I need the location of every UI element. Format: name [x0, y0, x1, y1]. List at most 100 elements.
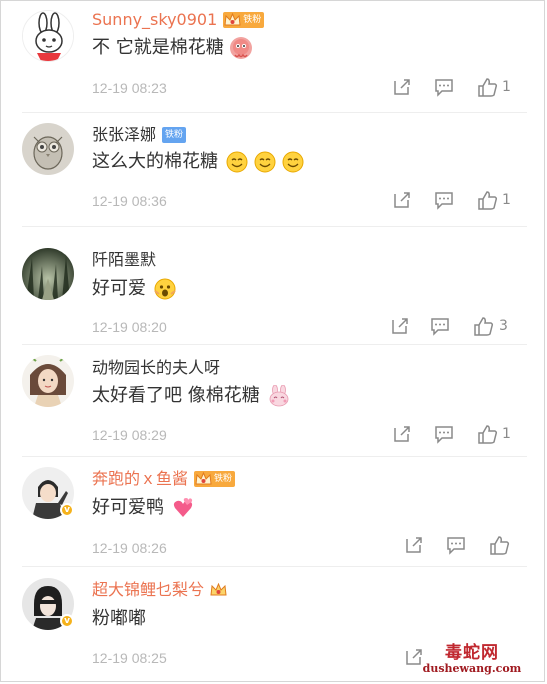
username[interactable]: 奔跑的ｘ鱼酱 铁粉 — [92, 469, 236, 489]
comment-icon — [431, 318, 449, 336]
share-icon — [394, 426, 410, 442]
timestamp: 12-19 08:25 — [92, 650, 167, 666]
comment-actions: 1 — [347, 423, 547, 447]
username-text[interactable]: 超大锦鲤乜梨兮 — [92, 580, 204, 600]
comment-icon — [435, 192, 453, 210]
reply-button[interactable] — [429, 315, 451, 337]
share-button[interactable] — [391, 189, 413, 211]
divider — [22, 566, 527, 567]
comment-text: 太好看了吧 像棉花糖 — [92, 384, 290, 408]
share-button[interactable] — [391, 423, 413, 445]
comment-body: 太好看了吧 像棉花糖 — [92, 385, 260, 406]
smile-emoji — [254, 151, 276, 173]
reply-button[interactable] — [433, 423, 455, 445]
username[interactable]: Sunny_sky0901 铁粉 — [92, 10, 265, 30]
divider — [22, 456, 527, 457]
username[interactable]: 超大锦鲤乜梨兮 — [92, 580, 229, 600]
username-text[interactable]: 奔跑的ｘ鱼酱 — [92, 469, 188, 489]
fan-badge: 铁粉 — [162, 127, 187, 143]
comment-icon — [435, 79, 453, 97]
verified-icon: v — [60, 614, 74, 628]
like-count: 1 — [502, 192, 511, 208]
watermark-title: 毒蛇网 — [445, 643, 499, 663]
badge-label: 铁粉 — [243, 15, 262, 25]
crown-icon — [195, 472, 212, 485]
username-text[interactable]: 张张泽娜 — [92, 125, 156, 145]
comment-text: 不 它就是棉花糖 — [92, 36, 252, 60]
watermark-url: dushewang.com — [422, 662, 522, 675]
comment-body: 好可爱 — [92, 278, 146, 299]
timestamp: 12-19 08:26 — [92, 540, 167, 556]
thumbs-up-icon — [478, 191, 498, 210]
like-button[interactable]: 1 — [477, 76, 511, 98]
comment-icon — [447, 537, 465, 555]
watermark: 毒蛇网 dushewang.com — [409, 644, 535, 680]
fan-badge: 铁粉 — [194, 471, 236, 487]
comment-text: 这么大的棉花糖 — [92, 150, 304, 174]
share-icon — [392, 318, 408, 334]
like-button[interactable] — [489, 534, 511, 556]
username-text[interactable]: Sunny_sky0901 — [92, 10, 217, 30]
username-text[interactable]: 动物园长的夫人呀 — [92, 358, 220, 378]
username-text[interactable]: 阡陌墨默 — [92, 250, 156, 270]
share-icon — [394, 79, 410, 95]
screenshot-frame — [0, 0, 545, 682]
share-button[interactable] — [403, 534, 425, 556]
thumbs-up-icon — [478, 78, 498, 97]
comment-actions: 3 — [347, 315, 547, 339]
comment-actions: 1 — [347, 189, 547, 213]
comment-actions — [397, 534, 547, 558]
like-button[interactable]: 3 — [473, 315, 508, 337]
thumbs-up-icon — [490, 536, 510, 555]
divider — [22, 226, 527, 227]
divider — [22, 112, 527, 113]
reply-button[interactable] — [433, 76, 455, 98]
comment-body: 不 它就是棉花糖 — [92, 37, 224, 58]
username[interactable]: 张张泽娜 铁粉 — [92, 125, 187, 145]
smile-emoji — [282, 151, 304, 173]
thumbs-up-icon — [474, 317, 494, 336]
comment-actions: 1 — [347, 76, 547, 100]
crown-icon — [224, 13, 241, 26]
reply-button[interactable] — [433, 189, 455, 211]
share-icon — [394, 192, 410, 208]
like-button[interactable]: 1 — [477, 423, 511, 445]
scream-emoji — [154, 278, 176, 300]
share-button[interactable] — [389, 315, 411, 337]
comment-text: 好可爱 — [92, 277, 176, 301]
divider — [22, 344, 527, 345]
timestamp: 12-19 08:20 — [92, 319, 167, 335]
avatar[interactable] — [22, 248, 74, 300]
avatar[interactable] — [22, 123, 74, 175]
like-count: 3 — [499, 318, 508, 334]
comment-text: 好可爱鸭 — [92, 496, 194, 520]
timestamp: 12-19 08:29 — [92, 427, 167, 443]
username[interactable]: 阡陌墨默 — [92, 250, 156, 270]
avatar[interactable] — [22, 355, 74, 407]
octopus-emoji — [229, 37, 252, 59]
badge-label: 铁粉 — [165, 130, 184, 140]
badge-label: 铁粉 — [214, 474, 233, 484]
hearts-emoji — [172, 497, 194, 519]
share-icon — [406, 537, 422, 553]
like-count: 1 — [502, 426, 511, 442]
verified-icon: v — [60, 503, 74, 517]
comment-body: 这么大的棉花糖 — [92, 151, 218, 172]
thumbs-up-icon — [478, 425, 498, 444]
like-count: 1 — [502, 79, 511, 95]
comment-body: 好可爱鸭 — [92, 497, 164, 518]
avatar[interactable] — [22, 10, 74, 62]
timestamp: 12-19 08:23 — [92, 80, 167, 96]
smile-emoji — [226, 151, 248, 173]
fan-badge: 铁粉 — [223, 12, 265, 28]
comment-icon — [435, 426, 453, 444]
comment-body: 粉嘟嘟 — [92, 608, 146, 629]
share-button[interactable] — [391, 76, 413, 98]
comment-text: 粉嘟嘟 — [92, 607, 146, 631]
timestamp: 12-19 08:36 — [92, 193, 167, 209]
bunny-emoji — [268, 384, 290, 407]
reply-button[interactable] — [445, 534, 467, 556]
like-button[interactable]: 1 — [477, 189, 511, 211]
username[interactable]: 动物园长的夫人呀 — [92, 358, 220, 378]
crown-icon — [210, 583, 227, 596]
